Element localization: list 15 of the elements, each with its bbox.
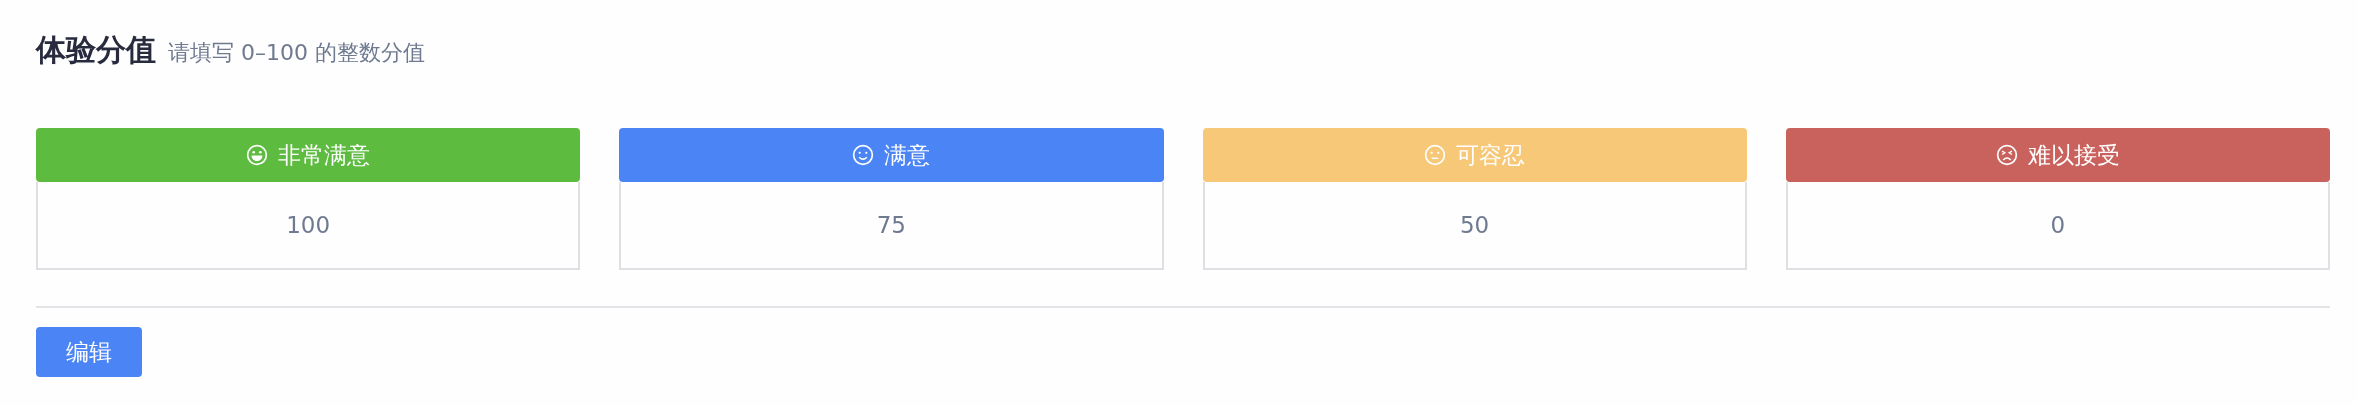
smiley-face-icon <box>852 144 875 166</box>
section-hint: 请填写 0–100 的整数分值 <box>168 39 425 67</box>
level-label: 难以接受 <box>2027 140 2120 170</box>
sad-face-icon <box>1995 144 2018 166</box>
score-cell: 100 <box>36 182 581 270</box>
level-label: 可容忍 <box>1456 140 1526 170</box>
level-label: 满意 <box>884 140 931 170</box>
level-label: 非常满意 <box>278 140 371 170</box>
smiley-face-icon <box>246 144 269 166</box>
neutral-face-icon <box>1424 144 1447 166</box>
section-title: 体验分值 <box>36 31 156 69</box>
score-cell: 75 <box>619 182 1164 270</box>
edit-button[interactable]: 编辑 <box>36 327 142 377</box>
score-cell: 0 <box>1785 182 2330 270</box>
score-cell: 50 <box>1202 182 1747 270</box>
